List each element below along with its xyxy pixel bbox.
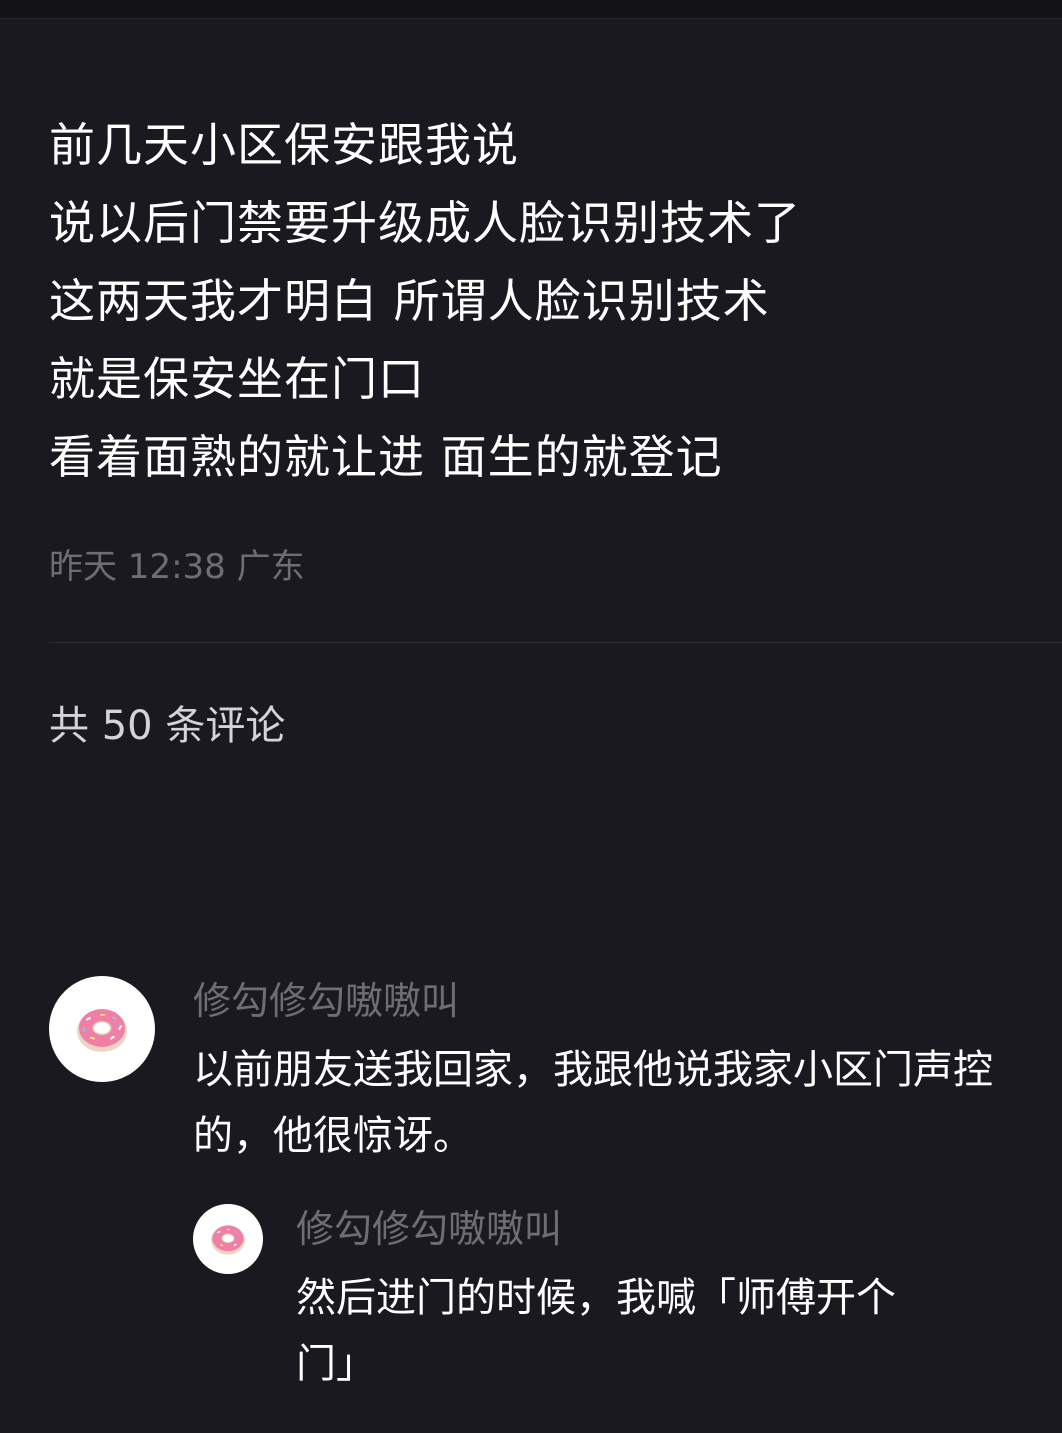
post-line: 看着面熟的就让进 面生的就登记 xyxy=(49,430,723,484)
avatar[interactable] xyxy=(193,1204,263,1274)
comment-username[interactable]: 修勾修勾嗷嗷叫 xyxy=(193,976,459,1026)
post-line: 前几天小区保安跟我说 xyxy=(49,118,519,172)
comment-count: 共 50 条评论 xyxy=(49,703,286,749)
divider xyxy=(49,642,1062,643)
reply-text[interactable]: 然后进门的时候，我喊「师傅开个门」 xyxy=(296,1265,946,1397)
post-line: 就是保安坐在门口 xyxy=(49,352,425,406)
reply-username[interactable]: 修勾修勾嗷嗷叫 xyxy=(296,1204,562,1254)
donut-icon xyxy=(211,1225,245,1255)
post-line: 说以后门禁要升级成人脸识别技术了 xyxy=(49,196,801,250)
post-line: 这两天我才明白 所谓人脸识别技术 xyxy=(49,274,770,328)
donut-icon xyxy=(77,1009,127,1052)
post-content: 前几天小区保安跟我说 说以后门禁要升级成人脸识别技术了 这两天我才明白 所谓人脸… xyxy=(49,106,1029,496)
avatar[interactable] xyxy=(49,976,155,1082)
comment-text[interactable]: 以前朋友送我回家，我跟他说我家小区门声控的，他很惊讶。 xyxy=(193,1037,1013,1169)
top-bar xyxy=(0,0,1062,19)
post-timestamp-location: 昨天 12:38 广东 xyxy=(49,547,305,587)
